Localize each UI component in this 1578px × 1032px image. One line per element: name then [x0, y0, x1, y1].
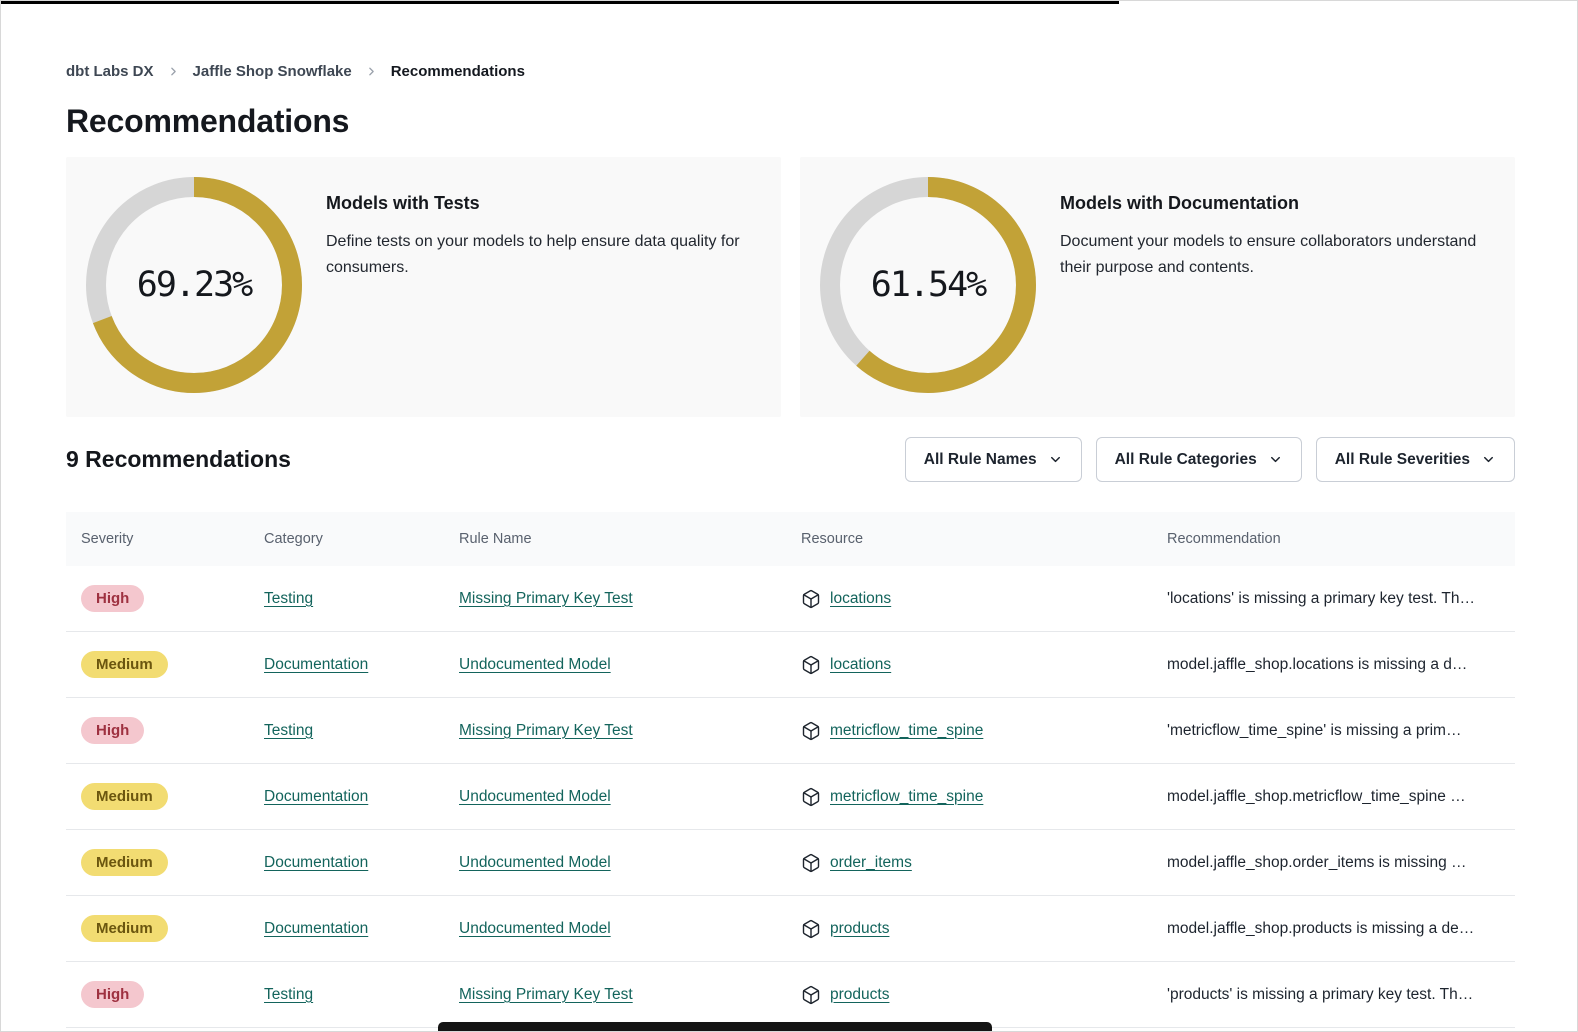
column-header-category: Category	[249, 531, 444, 547]
breadcrumb-item-workspace[interactable]: dbt Labs DX	[66, 63, 154, 80]
table-header-row: Severity Category Rule Name Resource Rec…	[66, 512, 1515, 566]
rule-name-link[interactable]: Missing Primary Key Test	[459, 590, 633, 607]
documentation-percentage-value: 61.54%	[820, 177, 1036, 393]
table-row: Medium Documentation Undocumented Model met…	[66, 764, 1515, 830]
window-edge-artifact	[1, 1, 1119, 4]
filter-label: All Rule Categories	[1115, 451, 1257, 469]
category-link[interactable]: Documentation	[264, 656, 368, 673]
package-icon	[801, 655, 821, 675]
table-row: Medium Documentation Undocumented Model ord…	[66, 830, 1515, 896]
severity-badge: Medium	[81, 915, 168, 942]
package-icon	[801, 919, 821, 939]
resource-link[interactable]: products	[830, 986, 889, 1004]
category-link[interactable]: Documentation	[264, 920, 368, 937]
models-with-tests-card: 69.23% Models with Tests Define tests on…	[66, 157, 781, 417]
rule-name-link[interactable]: Undocumented Model	[459, 854, 611, 871]
table-row: High Testing Missing Primary Key Test produ…	[66, 962, 1515, 1028]
breadcrumb: dbt Labs DX Jaffle Shop Snowflake Recomm…	[66, 59, 1515, 83]
package-icon	[801, 721, 821, 741]
models-with-tests-donut-chart: 69.23%	[86, 177, 302, 393]
filter-bar: All Rule Names All Rule Categories All R…	[905, 437, 1515, 482]
package-icon	[801, 853, 821, 873]
card-title: Models with Documentation	[1060, 193, 1495, 214]
chevron-down-icon	[1048, 452, 1063, 467]
severity-badge: Medium	[81, 849, 168, 876]
severity-badge: High	[81, 981, 144, 1008]
recommendation-text: 'locations' is missing a primary key tes…	[1152, 590, 1515, 608]
severity-badge: Medium	[81, 783, 168, 810]
models-with-documentation-donut-chart: 61.54%	[820, 177, 1036, 393]
package-icon	[801, 589, 821, 609]
severity-badge: High	[81, 717, 144, 744]
resource-link[interactable]: locations	[830, 590, 891, 608]
card-title: Models with Tests	[326, 193, 761, 214]
recommendation-text: model.jaffle_shop.metricflow_time_spine …	[1152, 788, 1515, 806]
category-link[interactable]: Documentation	[264, 854, 368, 871]
rule-names-filter-dropdown[interactable]: All Rule Names	[905, 437, 1082, 482]
chevron-right-icon	[167, 65, 180, 78]
rule-name-link[interactable]: Undocumented Model	[459, 656, 611, 673]
table-row: Medium Documentation Undocumented Model pro…	[66, 896, 1515, 962]
rule-name-link[interactable]: Undocumented Model	[459, 788, 611, 805]
recommendation-text: model.jaffle_shop.order_items is missing…	[1152, 854, 1515, 872]
resource-link[interactable]: metricflow_time_spine	[830, 788, 983, 806]
page-title: Recommendations	[66, 101, 1515, 141]
breadcrumb-item-project[interactable]: Jaffle Shop Snowflake	[193, 63, 352, 80]
severity-badge: Medium	[81, 651, 168, 678]
card-description: Define tests on your models to help ensu…	[326, 229, 761, 281]
filter-label: All Rule Severities	[1335, 451, 1470, 469]
rule-name-link[interactable]: Missing Primary Key Test	[459, 986, 633, 1003]
rule-severities-filter-dropdown[interactable]: All Rule Severities	[1316, 437, 1515, 482]
category-link[interactable]: Testing	[264, 722, 313, 739]
package-icon	[801, 985, 821, 1005]
rule-name-link[interactable]: Missing Primary Key Test	[459, 722, 633, 739]
tests-percentage-value: 69.23%	[86, 177, 302, 393]
category-link[interactable]: Documentation	[264, 788, 368, 805]
recommendation-text: model.jaffle_shop.products is missing a …	[1152, 920, 1515, 938]
breadcrumb-item-current: Recommendations	[391, 63, 525, 80]
category-link[interactable]: Testing	[264, 590, 313, 607]
recommendation-text: model.jaffle_shop.locations is missing a…	[1152, 656, 1515, 674]
recommendations-page: dbt Labs DX Jaffle Shop Snowflake Recomm…	[1, 1, 1577, 1028]
severity-badge: High	[81, 585, 144, 612]
table-row: Medium Documentation Undocumented Model loc…	[66, 632, 1515, 698]
table-row: High Testing Missing Primary Key Test locat…	[66, 566, 1515, 632]
recommendations-count: 9 Recommendations	[66, 446, 291, 473]
resource-link[interactable]: metricflow_time_spine	[830, 722, 983, 740]
resource-link[interactable]: order_items	[830, 854, 912, 872]
recommendation-text: 'metricflow_time_spine' is missing a pri…	[1152, 722, 1515, 740]
column-header-resource: Resource	[786, 531, 1152, 547]
column-header-severity: Severity	[66, 531, 249, 547]
resource-link[interactable]: locations	[830, 656, 891, 674]
filter-label: All Rule Names	[924, 451, 1037, 469]
list-header: 9 Recommendations All Rule Names All Rul…	[66, 437, 1515, 482]
card-description: Document your models to ensure collabora…	[1060, 229, 1495, 281]
column-header-rule-name: Rule Name	[444, 531, 786, 547]
package-icon	[801, 787, 821, 807]
recommendation-text: 'products' is missing a primary key test…	[1152, 986, 1515, 1004]
rule-name-link[interactable]: Undocumented Model	[459, 920, 611, 937]
rule-categories-filter-dropdown[interactable]: All Rule Categories	[1096, 437, 1302, 482]
table-row: High Testing Missing Primary Key Test metri…	[66, 698, 1515, 764]
chevron-down-icon	[1268, 452, 1283, 467]
table-body: High Testing Missing Primary Key Test locat…	[66, 566, 1515, 1028]
column-header-recommendation: Recommendation	[1152, 531, 1515, 547]
chevron-right-icon	[365, 65, 378, 78]
recommendations-table: Severity Category Rule Name Resource Rec…	[66, 512, 1515, 1028]
chevron-down-icon	[1481, 452, 1496, 467]
summary-cards: 69.23% Models with Tests Define tests on…	[66, 157, 1515, 417]
resource-link[interactable]: products	[830, 920, 889, 938]
cutoff-overlay-bar	[438, 1022, 992, 1031]
models-with-documentation-card: 61.54% Models with Documentation Documen…	[800, 157, 1515, 417]
category-link[interactable]: Testing	[264, 986, 313, 1003]
